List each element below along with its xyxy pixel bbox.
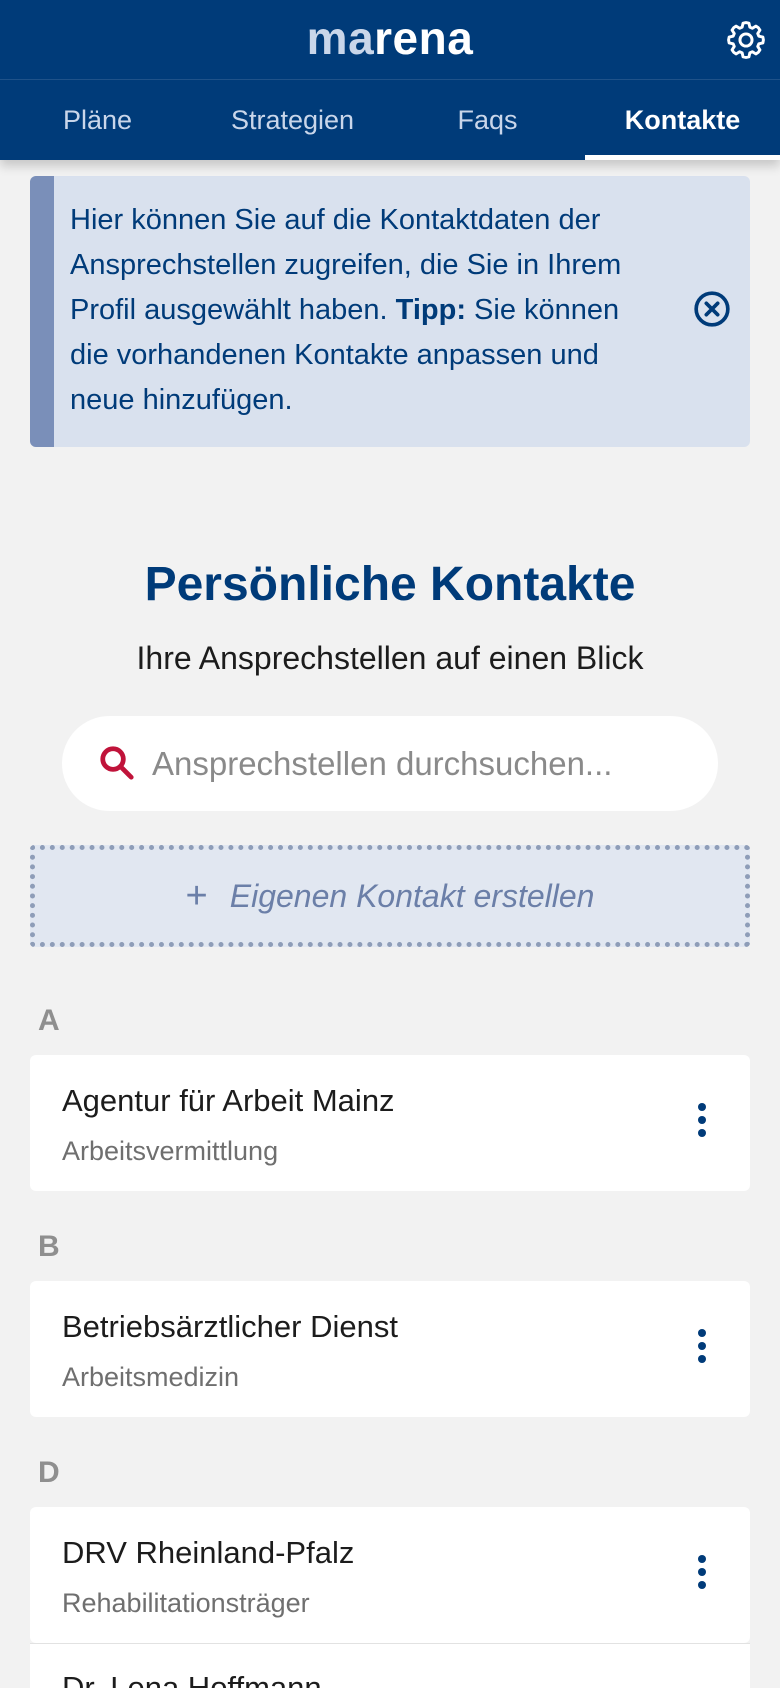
page-title: Persönliche Kontakte: [144, 558, 636, 611]
kebab-dot: [698, 1329, 706, 1337]
contact-card[interactable]: Dr. Lena Hoffmann: [30, 1644, 750, 1688]
contact-category: Arbeitsvermittlung: [62, 1136, 279, 1166]
kebab-dot: [698, 1129, 706, 1137]
plus-icon: +: [185, 875, 208, 917]
contact-category: Rehabilitationsträger: [62, 1588, 310, 1618]
kebab-dot: [698, 1581, 706, 1589]
settings-button[interactable]: [724, 18, 768, 62]
contact-category: Arbeitsmedizin: [62, 1362, 240, 1392]
more-options-button[interactable]: [690, 1551, 714, 1599]
create-contact-label: Eigenen Kontakt erstellen: [229, 877, 595, 914]
more-options-button[interactable]: [690, 1325, 714, 1373]
kebab-dot: [698, 1103, 706, 1111]
brand-row: marena: [0, 0, 780, 80]
app-header: marena Pläne Strategien Faqs Kontakte: [0, 0, 780, 160]
tab-kontakte[interactable]: Kontakte: [585, 80, 780, 160]
contact-card[interactable]: Betriebsärztlicher Dienst Arbeitsmedizin: [30, 1281, 750, 1417]
search-icon: [100, 746, 134, 780]
info-banner-accent: [30, 176, 54, 447]
contact-card[interactable]: DRV Rheinland-Pfalz Rehabilitationsträge…: [30, 1507, 750, 1643]
kebab-dot: [698, 1116, 706, 1124]
app-logo: marena: [0, 10, 780, 66]
logo-part-2: rena: [374, 12, 474, 64]
section-letter-d: D: [38, 1456, 60, 1489]
page-subtitle: Ihre Ansprechstellen auf einen Blick: [136, 640, 644, 676]
info-tip-label: Tipp:: [395, 294, 466, 326]
kebab-dot: [698, 1568, 706, 1576]
tab-plaene[interactable]: Pläne: [0, 80, 195, 160]
search-bar: [62, 716, 718, 811]
close-circle-icon: [694, 291, 730, 327]
tab-faqs[interactable]: Faqs: [390, 80, 585, 160]
gear-icon: [727, 21, 765, 59]
info-banner-text: Hier können Sie auf die Kontaktdaten der…: [70, 198, 660, 423]
tab-strategien[interactable]: Strategien: [195, 80, 390, 160]
info-banner: Hier können Sie auf die Kontaktdaten der…: [30, 176, 750, 447]
contact-name: Betriebsärztlicher Dienst: [62, 1309, 398, 1344]
kebab-dot: [698, 1342, 706, 1350]
kebab-dot: [698, 1355, 706, 1363]
create-contact-button[interactable]: + Eigenen Kontakt erstellen: [30, 845, 750, 947]
contact-name: Agentur für Arbeit Mainz: [62, 1083, 395, 1118]
more-options-button[interactable]: [690, 1099, 714, 1147]
section-letter-a: A: [38, 1004, 60, 1037]
section-letter-b: B: [38, 1230, 60, 1263]
contact-card[interactable]: Agentur für Arbeit Mainz Arbeitsvermittl…: [30, 1055, 750, 1191]
contact-name: DRV Rheinland-Pfalz: [62, 1535, 355, 1570]
logo-part-1: ma: [306, 12, 375, 64]
contact-name: Dr. Lena Hoffmann: [62, 1670, 322, 1688]
search-input[interactable]: [152, 716, 692, 811]
kebab-dot: [698, 1555, 706, 1563]
tab-bar: Pläne Strategien Faqs Kontakte: [0, 80, 780, 160]
info-close-button[interactable]: [692, 289, 732, 329]
